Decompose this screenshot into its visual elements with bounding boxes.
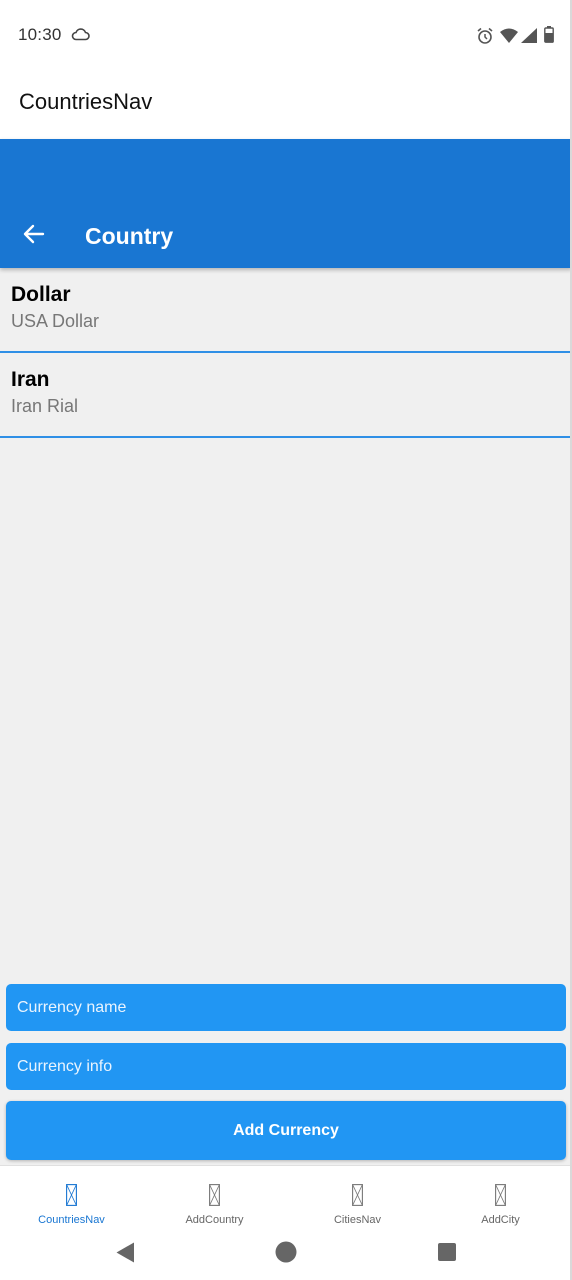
navigation-header: Country <box>0 139 572 268</box>
currency-name-input[interactable] <box>6 984 566 1031</box>
tab-label: AddCountry <box>185 1214 244 1226</box>
currency-info: USA Dollar <box>11 311 100 332</box>
tab-label: AddCity <box>481 1214 520 1226</box>
tab-cities-nav[interactable]: CitiesNav <box>286 1166 429 1227</box>
back-button[interactable] <box>14 219 54 253</box>
wifi-icon <box>500 28 518 48</box>
system-back-icon[interactable] <box>116 1242 135 1268</box>
app-title: CountriesNav <box>19 89 153 114</box>
list-item[interactable]: Dollar USA Dollar <box>0 268 572 353</box>
currency-info-input[interactable] <box>6 1043 566 1090</box>
currency-list: Dollar USA Dollar Iran Iran Rial <box>0 268 572 438</box>
tab-add-country[interactable]: AddCountry <box>143 1166 286 1227</box>
tab-placeholder-icon <box>352 1184 363 1211</box>
app-bar: CountriesNav <box>0 72 572 139</box>
battery-icon <box>544 26 554 48</box>
cloud-icon <box>71 27 90 46</box>
currency-info: Iran Rial <box>11 396 79 417</box>
currency-name: Dollar <box>11 283 71 306</box>
tab-label: CitiesNav <box>333 1214 382 1226</box>
bottom-tab-bar: CountriesNav AddCountry CitiesNav AddCit… <box>0 1165 572 1227</box>
arrow-left-icon <box>23 224 45 249</box>
system-home-icon[interactable] <box>275 1241 297 1268</box>
tab-placeholder-icon <box>66 1184 77 1211</box>
currency-name: Iran <box>11 368 50 391</box>
status-time: 10:30 <box>18 25 62 44</box>
tab-countries-nav[interactable]: CountriesNav <box>0 1166 143 1227</box>
add-currency-button[interactable]: Add Currency <box>6 1101 566 1160</box>
tab-placeholder-icon <box>495 1184 506 1211</box>
status-bar: 10:30 <box>0 0 572 72</box>
list-item[interactable]: Iran Iran Rial <box>0 353 572 438</box>
signal-icon <box>521 28 537 48</box>
tab-placeholder-icon <box>209 1184 220 1211</box>
alarm-icon <box>476 27 494 50</box>
system-recents-icon[interactable] <box>438 1243 456 1266</box>
tab-label: CountriesNav <box>38 1214 105 1226</box>
tab-add-city[interactable]: AddCity <box>429 1166 572 1227</box>
page-title: Country <box>85 223 174 249</box>
system-navigation-bar <box>0 1227 572 1280</box>
